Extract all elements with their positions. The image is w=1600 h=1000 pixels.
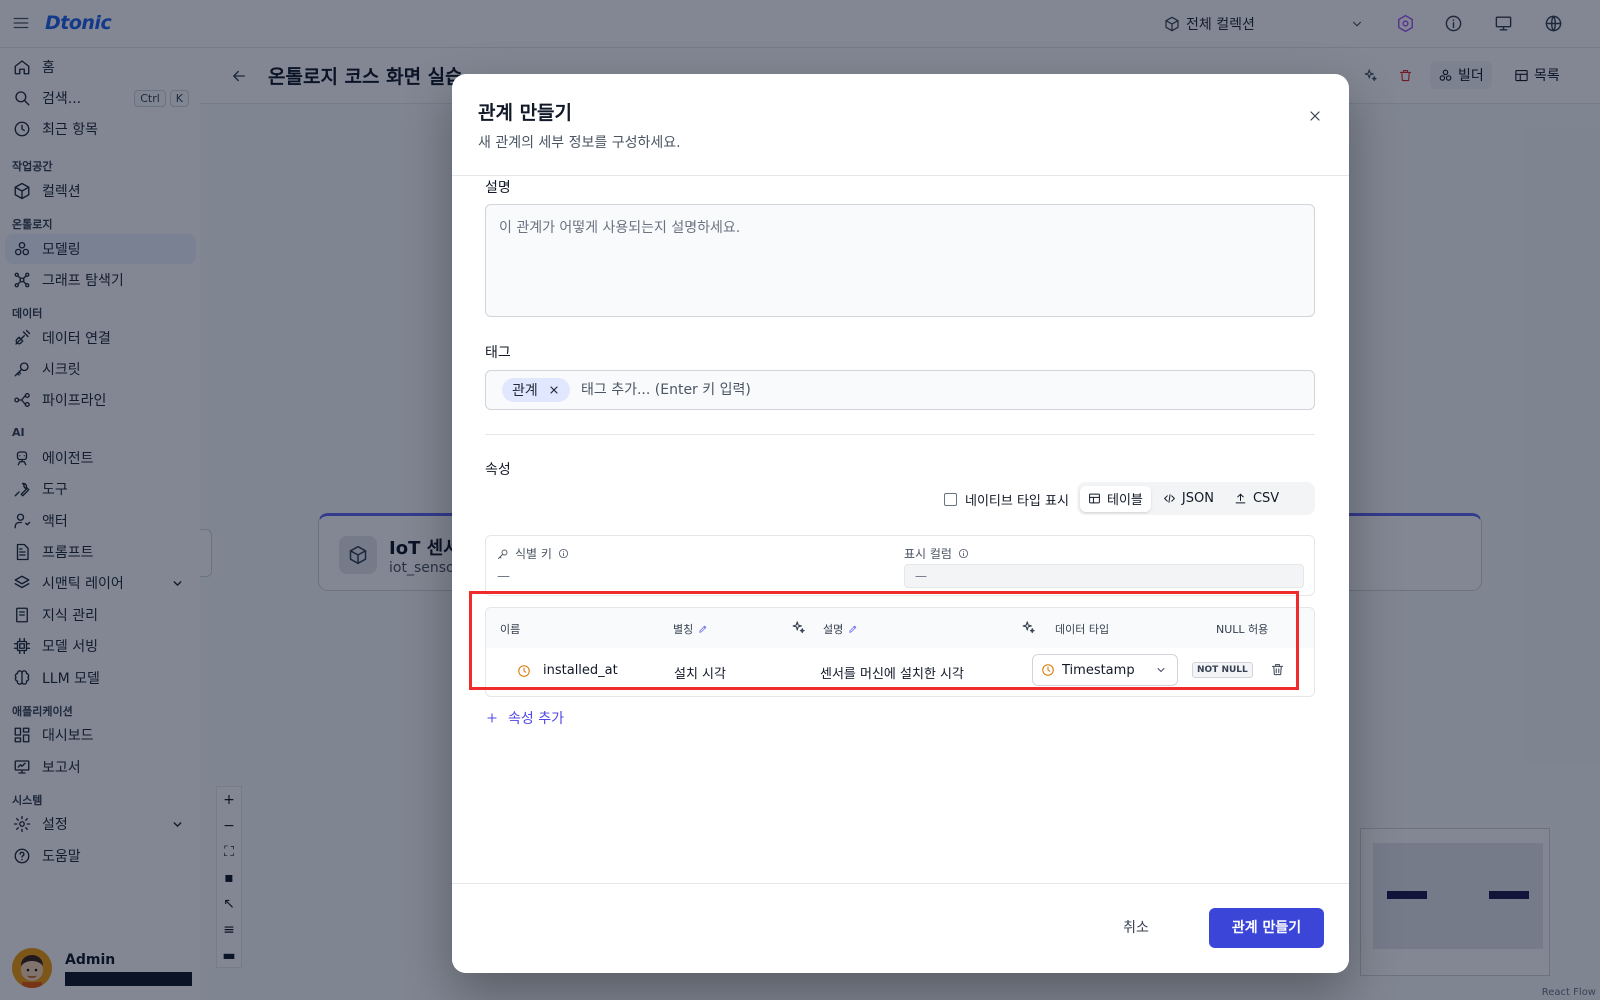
table-icon [1089,493,1100,504]
not-null-badge[interactable]: NOT NULL [1192,662,1253,678]
tag-chip-label: 관계 [512,383,538,399]
id-key-value[interactable]: — [497,569,510,584]
table-row[interactable]: installed_at 설치 시각 센서를 머신에 설치한 시각 Timest… [486,648,1314,696]
trash-icon[interactable] [1270,662,1285,677]
upload-icon [1235,493,1246,504]
tag-input[interactable] [581,379,1181,401]
header-label: NULL 허용 [1216,623,1269,636]
display-column-label: 표시 컬럼 [904,547,952,561]
key-settings-panel: 식별 키 — 표시 컬럼 — [485,535,1315,596]
description-label: 설명 [485,180,511,196]
add-attribute-label: 속성 추가 [508,711,564,727]
tag-field[interactable]: 관계 [485,370,1315,410]
header-label: 설명 [823,623,844,636]
attribute-description[interactable]: 센서를 머신에 설치한 시각 [820,663,964,682]
view-json-button[interactable]: JSON [1155,486,1222,512]
pencil-icon [699,625,707,633]
plus-icon [487,713,497,723]
attributes-label: 속성 [485,462,511,478]
attribute-name[interactable]: installed_at [543,663,618,678]
info-icon [558,548,568,559]
view-csv-button[interactable]: CSV [1226,486,1287,512]
display-column-label-wrap: 표시 컬럼 [904,545,969,562]
column-header-alias: 별칭 [673,621,708,637]
id-key-label: 식별 키 [515,547,552,561]
attributes-table: 이름 별칭 설명 데이터 타입 NULL 허용 installed_at 설치 … [485,607,1315,697]
tag-chip: 관계 [502,378,570,402]
native-type-toggle[interactable]: 네이티브 타입 표시 [944,490,1069,509]
key-icon [498,549,508,559]
view-csv-label: CSV [1252,491,1280,506]
clock-icon [517,664,531,678]
divider [452,175,1349,176]
attribute-alias[interactable]: 설치 시각 [674,663,726,682]
divider [485,434,1315,435]
add-attribute-button[interactable]: 속성 추가 [485,708,564,728]
dialog-footer: 취소 관계 만들기 [452,883,1349,973]
header-label: 이름 [500,623,521,636]
code-icon [1164,494,1175,503]
native-type-label: 네이티브 타입 표시 [965,494,1069,509]
info-icon [958,548,969,559]
create-relation-dialog: 관계 만들기 새 관계의 세부 정보를 구성하세요. 설명 태그 관계 속성 네… [452,74,1349,973]
display-column-select[interactable]: — [904,564,1304,588]
sparkle-icon[interactable] [791,620,806,635]
cancel-button[interactable]: 취소 [1106,910,1166,946]
native-type-checkbox[interactable] [944,493,957,506]
dialog-title: 관계 만들기 [478,102,573,124]
dialog-description: 새 관계의 세부 정보를 구성하세요. [478,135,681,151]
remove-tag-icon[interactable] [548,384,560,396]
tag-label: 태그 [485,345,511,361]
chevron-down-icon [1155,664,1167,676]
pencil-icon [849,625,857,633]
data-type-value: Timestamp [1062,662,1135,678]
id-key-label-wrap: 식별 키 [497,545,569,562]
view-json-label: JSON [1181,491,1214,506]
column-header-description: 설명 [823,621,858,637]
sparkle-icon[interactable] [1021,620,1036,635]
data-type-select[interactable]: Timestamp [1032,654,1178,686]
column-header-nullable: NULL 허용 [1216,621,1268,637]
table-header: 이름 별칭 설명 데이터 타입 NULL 허용 [486,608,1314,648]
view-mode-toggle: 테이블 JSON CSV [1077,482,1315,515]
column-header-name: 이름 [500,621,520,637]
column-header-data-type: 데이터 타입 [1055,621,1109,637]
clock-icon [1041,663,1055,677]
view-table-button[interactable]: 테이블 [1080,485,1151,512]
view-table-label: 테이블 [1107,493,1143,508]
description-textarea[interactable] [485,204,1315,317]
close-icon[interactable] [1307,108,1323,124]
header-label: 별칭 [673,623,694,636]
header-label: 데이터 타입 [1055,623,1110,636]
create-relation-button[interactable]: 관계 만들기 [1209,908,1324,948]
